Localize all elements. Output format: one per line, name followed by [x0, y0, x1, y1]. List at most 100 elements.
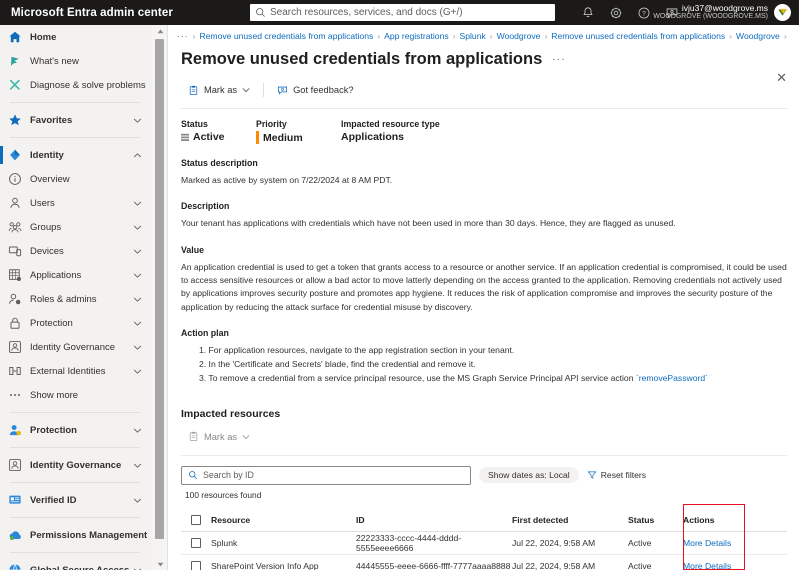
chevron-down-icon[interactable]	[133, 426, 142, 435]
global-search-input[interactable]: Search resources, services, and docs (G+…	[250, 4, 555, 21]
sidebar-item-permissions-management[interactable]: Permissions Management	[0, 523, 152, 547]
chevron-down-icon[interactable]	[133, 496, 142, 505]
verified-id-icon	[8, 493, 22, 507]
sidebar-item-what-s-new[interactable]: What's new	[0, 49, 152, 73]
filter-reset-icon	[587, 471, 597, 479]
groups-icon	[8, 220, 22, 234]
sidebar-item-identity[interactable]: Identity	[0, 143, 152, 167]
breadcrumb-overflow-icon[interactable]: ···	[177, 31, 189, 41]
priority-value-row: Medium	[256, 131, 341, 144]
select-all-checkbox-cell[interactable]	[181, 514, 211, 525]
show-dates-as-button[interactable]: Show dates as: Local	[479, 467, 579, 484]
sidebar-item-applications[interactable]: Applications	[0, 263, 152, 287]
sidebar-item-overview[interactable]: Overview	[0, 167, 152, 191]
sidebar-item-show-more[interactable]: Show more	[0, 383, 152, 407]
chevron-down-icon[interactable]	[133, 343, 142, 352]
breadcrumb[interactable]: ··· › Remove unused credentials from appli…	[169, 25, 799, 43]
table-row[interactable]: Splunk 22223333-cccc-4444-dddd-5555eeee66…	[181, 532, 787, 555]
page-more-options-icon[interactable]: ···	[552, 54, 566, 65]
chevron-down-icon[interactable]	[133, 367, 142, 376]
chevron-down-icon[interactable]	[133, 199, 142, 208]
impacted-resources-section: Impacted resources	[181, 408, 787, 420]
table-row[interactable]: SharePoint Version Info App 44445555-eeee…	[181, 555, 787, 570]
column-header-actions[interactable]: Actions	[683, 515, 773, 525]
priority-indicator-bar	[256, 131, 259, 144]
column-header-first-detected[interactable]: First detected	[512, 515, 628, 525]
app-title: Microsoft Entra admin center	[11, 6, 173, 19]
scroll-down-arrow-icon[interactable]	[152, 558, 168, 570]
action-plan-step-text: 1. For application resources, navigate t…	[199, 344, 515, 355]
sidebar-item-groups[interactable]: Groups	[0, 215, 152, 239]
status-value: Active	[193, 131, 225, 143]
breadcrumb-item[interactable]: Remove unused credentials from applicati…	[551, 31, 725, 41]
sidebar-item-favorites[interactable]: Favorites	[0, 108, 152, 132]
sidebar-item-diagnose-solve-problems[interactable]: Diagnose & solve problems	[0, 73, 152, 97]
sidebar-item-verified-id[interactable]: Verified ID	[0, 488, 152, 512]
column-header-id[interactable]: ID	[356, 515, 512, 525]
remove-password-code-link[interactable]: `removePassword`	[636, 373, 708, 383]
sidebar-divider	[10, 102, 140, 103]
breadcrumb-separator-icon: ›	[729, 31, 733, 41]
chevron-down-icon[interactable]	[133, 566, 142, 570]
chevron-down-icon[interactable]	[133, 461, 142, 470]
impacted-mark-as-button[interactable]: Mark as	[181, 428, 257, 445]
settings-gear-icon[interactable]	[609, 6, 623, 20]
status-description-heading: Status description	[181, 158, 258, 168]
sidebar-item-label: Overview	[30, 173, 70, 185]
breadcrumb-separator-icon: ›	[192, 31, 196, 41]
chevron-down-icon[interactable]	[133, 247, 142, 256]
cell-id: 22223333-cccc-4444-dddd-5555eeee6666	[356, 532, 462, 553]
sidebar-item-global-secure-access[interactable]: Global Secure Access	[0, 558, 152, 570]
sidebar-item-label: Permissions Management	[30, 529, 148, 541]
breadcrumb-item[interactable]: Splunk	[460, 31, 486, 41]
row-checkbox[interactable]	[191, 560, 201, 570]
chevron-down-icon[interactable]	[133, 271, 142, 280]
breadcrumb-item[interactable]: Woodgrove	[736, 31, 780, 41]
breadcrumb-item[interactable]: Remove unused credentials from applicati…	[199, 31, 373, 41]
row-checkbox[interactable]	[191, 537, 201, 548]
sidebar-item-label: Applications	[30, 269, 82, 281]
notifications-bell-icon[interactable]	[581, 6, 595, 20]
chevron-down-icon[interactable]	[133, 223, 142, 232]
sidebar-item-protection[interactable]: Protection	[0, 311, 152, 335]
account-menu[interactable]: ivju37@woodgrove.ms WOODGROVE (WOODGROVE…	[653, 0, 791, 25]
mark-as-button[interactable]: Mark as	[181, 82, 257, 99]
close-blade-icon[interactable]: ✕	[776, 71, 787, 84]
breadcrumb-item[interactable]: App registrations	[384, 31, 449, 41]
reset-filters-button[interactable]: Reset filters	[587, 470, 646, 480]
chevron-up-icon[interactable]	[133, 151, 142, 160]
search-by-id-input[interactable]: Search by ID	[181, 465, 471, 485]
row-checkbox-cell[interactable]	[181, 560, 211, 570]
chevron-down-icon[interactable]	[133, 295, 142, 304]
sidebar-item-roles-admins[interactable]: Roles & admins	[0, 287, 152, 311]
column-header-resource[interactable]: Resource	[211, 515, 356, 525]
more-details-link[interactable]: More Details	[683, 538, 773, 548]
sidebar-item-identity-governance[interactable]: Identity Governance	[0, 453, 152, 477]
column-header-status[interactable]: Status	[628, 515, 683, 525]
help-question-icon[interactable]: ?	[637, 6, 651, 20]
sidebar-item-users[interactable]: Users	[0, 191, 152, 215]
scroll-up-arrow-icon[interactable]	[152, 25, 168, 37]
left-sidebar-navigation[interactable]: Home What's new Diagnose & solve problems F…	[0, 25, 152, 570]
page-scrollbar[interactable]	[152, 25, 168, 570]
chevron-down-icon[interactable]	[133, 319, 142, 328]
status-active-icon	[181, 133, 189, 141]
sidebar-item-protection[interactable]: Protection	[0, 418, 152, 442]
more-details-link[interactable]: More Details	[683, 561, 773, 570]
action-plan-step-text: 2. In the 'Certificate and Secrets' blad…	[199, 358, 476, 369]
chevron-down-icon[interactable]	[133, 116, 142, 125]
sidebar-item-devices[interactable]: Devices	[0, 239, 152, 263]
avatar[interactable]	[774, 4, 791, 21]
woodgrove-logo-icon	[775, 5, 790, 20]
reset-filters-label: Reset filters	[600, 470, 647, 481]
sidebar-item-identity-governance[interactable]: Identity Governance	[0, 335, 152, 359]
breadcrumb-separator-icon: ›	[544, 31, 548, 41]
got-feedback-button[interactable]: Got feedback?	[270, 82, 360, 99]
row-checkbox-cell[interactable]	[181, 537, 211, 548]
scrollbar-thumb[interactable]	[155, 39, 164, 539]
breadcrumb-item[interactable]: Woodgrove	[497, 31, 541, 41]
select-all-checkbox[interactable]	[191, 514, 201, 525]
sidebar-item-home[interactable]: Home	[0, 25, 152, 49]
sidebar-item-external-identities[interactable]: External Identities	[0, 359, 152, 383]
search-by-id-placeholder: Search by ID	[203, 470, 254, 481]
